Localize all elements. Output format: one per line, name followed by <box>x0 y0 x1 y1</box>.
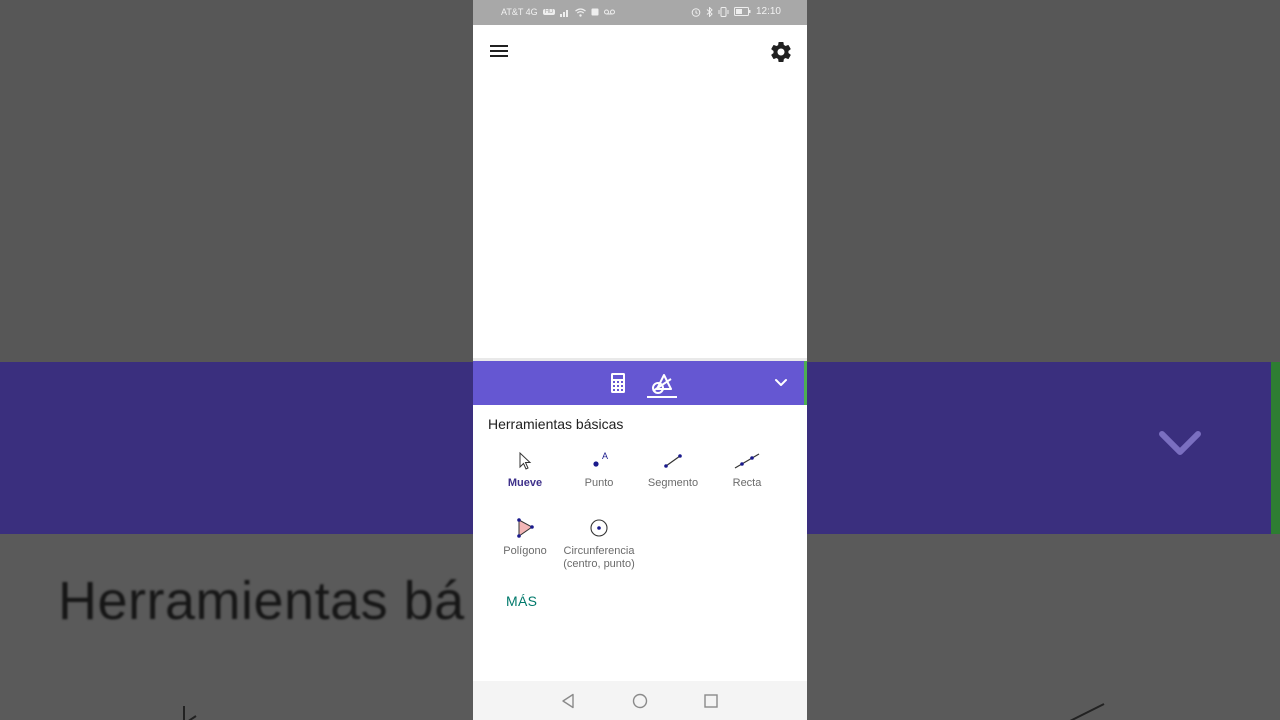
line-icon <box>734 453 760 469</box>
back-icon[interactable] <box>561 693 575 709</box>
tool-circunferencia[interactable]: Circunferencia (centro, punto) <box>557 517 641 571</box>
tool-label-punto: Punto <box>584 477 614 489</box>
tool-label-recta: Recta <box>732 477 762 489</box>
tools-panel: Herramientas básicas Mueve A Punto Segme… <box>473 405 807 681</box>
hamburger-menu-icon[interactable] <box>488 41 510 61</box>
tool-label-segmento: Segmento <box>647 477 699 489</box>
tool-label-poligono: Polígono <box>503 545 547 557</box>
geometry-tools-icon[interactable] <box>647 369 677 399</box>
battery-icon <box>733 7 751 16</box>
graphics-canvas[interactable] <box>473 70 807 358</box>
background-chevron-icon <box>1159 431 1201 455</box>
background-line-icon <box>1069 703 1105 720</box>
vibrate-icon <box>718 6 729 17</box>
tool-label-mueve: Mueve <box>507 477 543 489</box>
background-green-edge <box>1271 362 1280 534</box>
android-nav-bar <box>473 681 807 720</box>
polygon-icon <box>517 518 534 538</box>
voicemail-icon <box>604 9 616 15</box>
chevron-down-icon[interactable] <box>772 375 790 391</box>
alarm-icon <box>691 7 701 17</box>
toolbar-green-edge <box>804 361 807 405</box>
point-letter: A <box>602 451 608 461</box>
status-right: 12:10 <box>691 6 781 17</box>
move-cursor-icon <box>519 451 532 470</box>
tool-segmento[interactable]: Segmento <box>635 451 711 490</box>
status-time: 12:10 <box>755 6 781 17</box>
stop-icon <box>591 8 599 16</box>
circle-center-point-icon <box>590 519 608 537</box>
status-left: AT&T 4G HD <box>501 7 616 17</box>
selected-tab-indicator <box>647 396 677 398</box>
panel-title: Herramientas básicas <box>488 416 624 432</box>
recent-apps-icon[interactable] <box>704 694 718 708</box>
status-bar: AT&T 4G HD 12:10 <box>473 0 807 25</box>
calculator-icon[interactable] <box>607 372 629 394</box>
tool-label-circunferencia-line1: Circunferencia <box>563 545 635 557</box>
tool-poligono[interactable]: Polígono <box>487 517 563 558</box>
wifi-icon <box>575 7 587 17</box>
tool-mueve[interactable]: Mueve <box>487 451 563 490</box>
home-icon[interactable] <box>632 693 648 709</box>
gear-icon[interactable] <box>769 40 793 64</box>
tool-recta[interactable]: Recta <box>709 451 785 490</box>
more-tools-button[interactable]: MÁS <box>506 593 537 609</box>
tool-punto[interactable]: A Punto <box>561 451 637 490</box>
carrier-label: AT&T 4G <box>501 7 538 17</box>
signal-icon <box>560 9 569 17</box>
tools-toolbar <box>473 361 807 405</box>
segment-icon <box>664 454 682 468</box>
background-blurred-title: Herramientas bá <box>58 571 465 631</box>
tool-label-circunferencia-line2: (centro, punto) <box>563 558 635 570</box>
phone-screen: AT&T 4G HD 12:10 Herramientas básicas Mu… <box>473 0 807 720</box>
background-cursor-icon <box>183 706 197 720</box>
network-badge: HD <box>542 9 556 15</box>
point-icon: A <box>593 451 608 467</box>
bluetooth-icon <box>706 6 713 17</box>
